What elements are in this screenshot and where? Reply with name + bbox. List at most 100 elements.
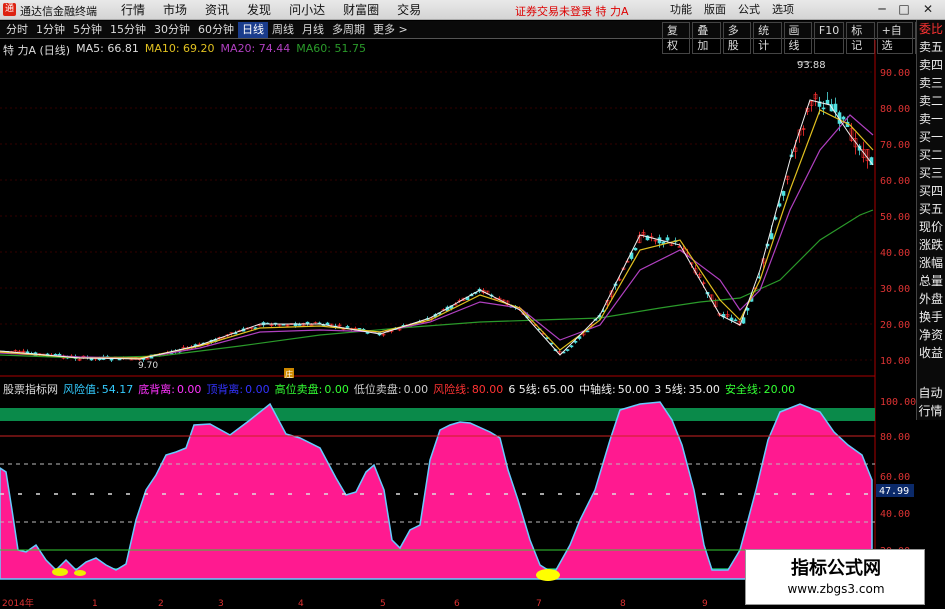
sidepanel-item[interactable]: 卖二 xyxy=(917,92,945,110)
date-tick: 5 xyxy=(380,599,386,609)
close-icon[interactable]: ✕ xyxy=(920,2,936,16)
sidepanel-item[interactable]: 卖三 xyxy=(917,74,945,92)
candle-body xyxy=(109,358,114,361)
candle-body xyxy=(825,99,830,105)
stock-name: 特 力A (日线) xyxy=(3,44,71,57)
date-tick: 2 xyxy=(158,599,164,609)
menu-item-trade[interactable]: 交易 xyxy=(388,2,430,18)
sidepanel-item[interactable]: 卖四 xyxy=(917,56,945,74)
sidepanel-item[interactable]: 总量 xyxy=(917,272,945,290)
high-price-label: 93.88 xyxy=(797,60,826,71)
tab-60min[interactable]: 60分钟 xyxy=(194,22,238,38)
candle-body xyxy=(573,341,578,343)
tab-more[interactable]: 更多 > xyxy=(369,22,412,38)
candle-body xyxy=(305,321,310,324)
tab-quote[interactable]: 行情 xyxy=(916,402,945,420)
indicator-legend-item: 顶背离: 0.00 xyxy=(206,381,269,397)
low-price-label: 9.70 xyxy=(138,361,158,371)
tab-weekly[interactable]: 周线 xyxy=(268,22,298,38)
sidepanel-item[interactable]: 买三 xyxy=(917,164,945,182)
chart-canvas[interactable]: 90.00 80.00 70.00 60.00 50.00 40.00 30.0… xyxy=(0,40,916,600)
sidepanel-item[interactable]: 委比 xyxy=(917,20,945,38)
sidepanel-item[interactable]: 买四 xyxy=(917,182,945,200)
tab-30min[interactable]: 30分钟 xyxy=(150,22,194,38)
indicator-pane xyxy=(0,401,875,581)
current-value-label: 47.99 xyxy=(879,486,909,497)
indicator-legend-value: 65.00 xyxy=(542,383,575,396)
menu-item-discover[interactable]: 发现 xyxy=(238,2,280,18)
indicator-legend-item: 风险线: 80.00 xyxy=(433,381,503,397)
tab-daily[interactable]: 日线 xyxy=(238,22,268,38)
main-y-axis: 90.00 80.00 70.00 60.00 50.00 40.00 30.0… xyxy=(880,68,910,367)
app-title: 通达信金融终端 xyxy=(20,5,97,18)
sidepanel-item[interactable]: 买一 xyxy=(917,128,945,146)
candle-body xyxy=(781,191,786,196)
menu-item-ask[interactable]: 问小达 xyxy=(280,2,334,18)
tab-monthly[interactable]: 月线 xyxy=(298,22,328,38)
tab-1min[interactable]: 1分钟 xyxy=(32,22,69,38)
sidepanel-item[interactable]: 卖五 xyxy=(917,38,945,56)
candle-body xyxy=(633,247,638,251)
candle-body xyxy=(841,116,846,120)
side-bottom-tabs: 自动 行情 xyxy=(916,384,945,420)
sidepanel-item[interactable]: 买五 xyxy=(917,200,945,218)
tab-auto[interactable]: 自动 xyxy=(916,384,945,402)
y-tick: 10.00 xyxy=(880,356,910,367)
tab-15min[interactable]: 15分钟 xyxy=(106,22,150,38)
sidepanel-item[interactable]: 卖一 xyxy=(917,110,945,128)
app-logo-icon: 通 xyxy=(3,3,16,16)
sidepanel-item[interactable]: 涨幅 xyxy=(917,254,945,272)
bottom-signal xyxy=(536,569,560,581)
tab-5min[interactable]: 5分钟 xyxy=(69,22,106,38)
sidepanel-item[interactable]: 收益 xyxy=(917,344,945,362)
candle-body xyxy=(53,353,58,356)
bottom-signal xyxy=(52,568,68,576)
main-menu: 行情 市场 资讯 发现 问小达 财富圈 交易 xyxy=(112,2,430,18)
menu-item-options[interactable]: 选项 xyxy=(766,2,800,18)
candle-body xyxy=(357,328,362,330)
y-tick: 90.00 xyxy=(880,68,910,79)
y-tick: 40.00 xyxy=(880,248,910,259)
y-tick: 20.00 xyxy=(880,320,910,331)
date-tick: 6 xyxy=(454,599,460,609)
menu-item-function[interactable]: 功能 xyxy=(664,2,698,18)
risk-value-area xyxy=(0,401,873,580)
indicator-legend-value: 0.00 xyxy=(176,383,202,396)
candle-body xyxy=(345,326,350,328)
sidepanel-item[interactable]: 换手 xyxy=(917,308,945,326)
indicator-legend-value: 35.00 xyxy=(688,383,720,396)
indicator-legend-item: 高位卖盘: 0.00 xyxy=(275,381,349,397)
sidepanel-item[interactable]: 外盘 xyxy=(917,290,945,308)
sidepanel-item[interactable]: 买二 xyxy=(917,146,945,164)
quote-sidepanel: 委比 卖五 卖四 卖三 卖二 卖一 买一 买二 买三 买四 买五 现价 涨跌 涨幅 总量 外盘 换手 净资 收益 xyxy=(916,20,945,420)
tab-intraday[interactable]: 分时 xyxy=(2,22,32,38)
indicator-legend-label: 风险值: xyxy=(63,383,100,396)
sidepanel-item[interactable]: 现价 xyxy=(917,218,945,236)
ind-y-tick: 100.00 xyxy=(880,397,916,408)
tab-multi-period[interactable]: 多周期 xyxy=(328,22,369,38)
minimize-icon[interactable]: ─ xyxy=(874,2,890,16)
menu-item-wealth[interactable]: 财富圈 xyxy=(334,2,388,18)
y-tick: 80.00 xyxy=(880,104,910,115)
watermark-url: www.zbgs3.com xyxy=(787,582,885,596)
menu-item-news[interactable]: 资讯 xyxy=(196,2,238,18)
maximize-icon[interactable]: □ xyxy=(896,2,912,16)
menu-item-formula[interactable]: 公式 xyxy=(732,2,766,18)
candle-body xyxy=(733,319,738,322)
ind-y-tick: 60.00 xyxy=(880,472,910,483)
indicator-y-axis: 100.00 80.00 60.00 40.00 20.00 xyxy=(880,397,916,557)
menu-item-layout[interactable]: 版面 xyxy=(698,2,732,18)
sidepanel-item[interactable]: 净资 xyxy=(917,326,945,344)
y-tick: 60.00 xyxy=(880,176,910,187)
menu-item-market[interactable]: 市场 xyxy=(154,2,196,18)
candle-body xyxy=(565,349,570,351)
menu-item-quotes[interactable]: 行情 xyxy=(112,2,154,18)
indicator-name[interactable]: 股票指标网 xyxy=(3,381,58,397)
date-tick: 8 xyxy=(620,599,626,609)
indicator-legend-label: 高位卖盘: xyxy=(274,383,323,396)
indicator-legend-item: 风险值: 54.17 xyxy=(63,381,133,397)
indicator-legend-value: 0.00 xyxy=(324,383,349,396)
y-tick: 50.00 xyxy=(880,212,910,223)
indicator-legend-item: 3 5线: 35.00 xyxy=(654,381,720,397)
sidepanel-item[interactable]: 涨跌 xyxy=(917,236,945,254)
